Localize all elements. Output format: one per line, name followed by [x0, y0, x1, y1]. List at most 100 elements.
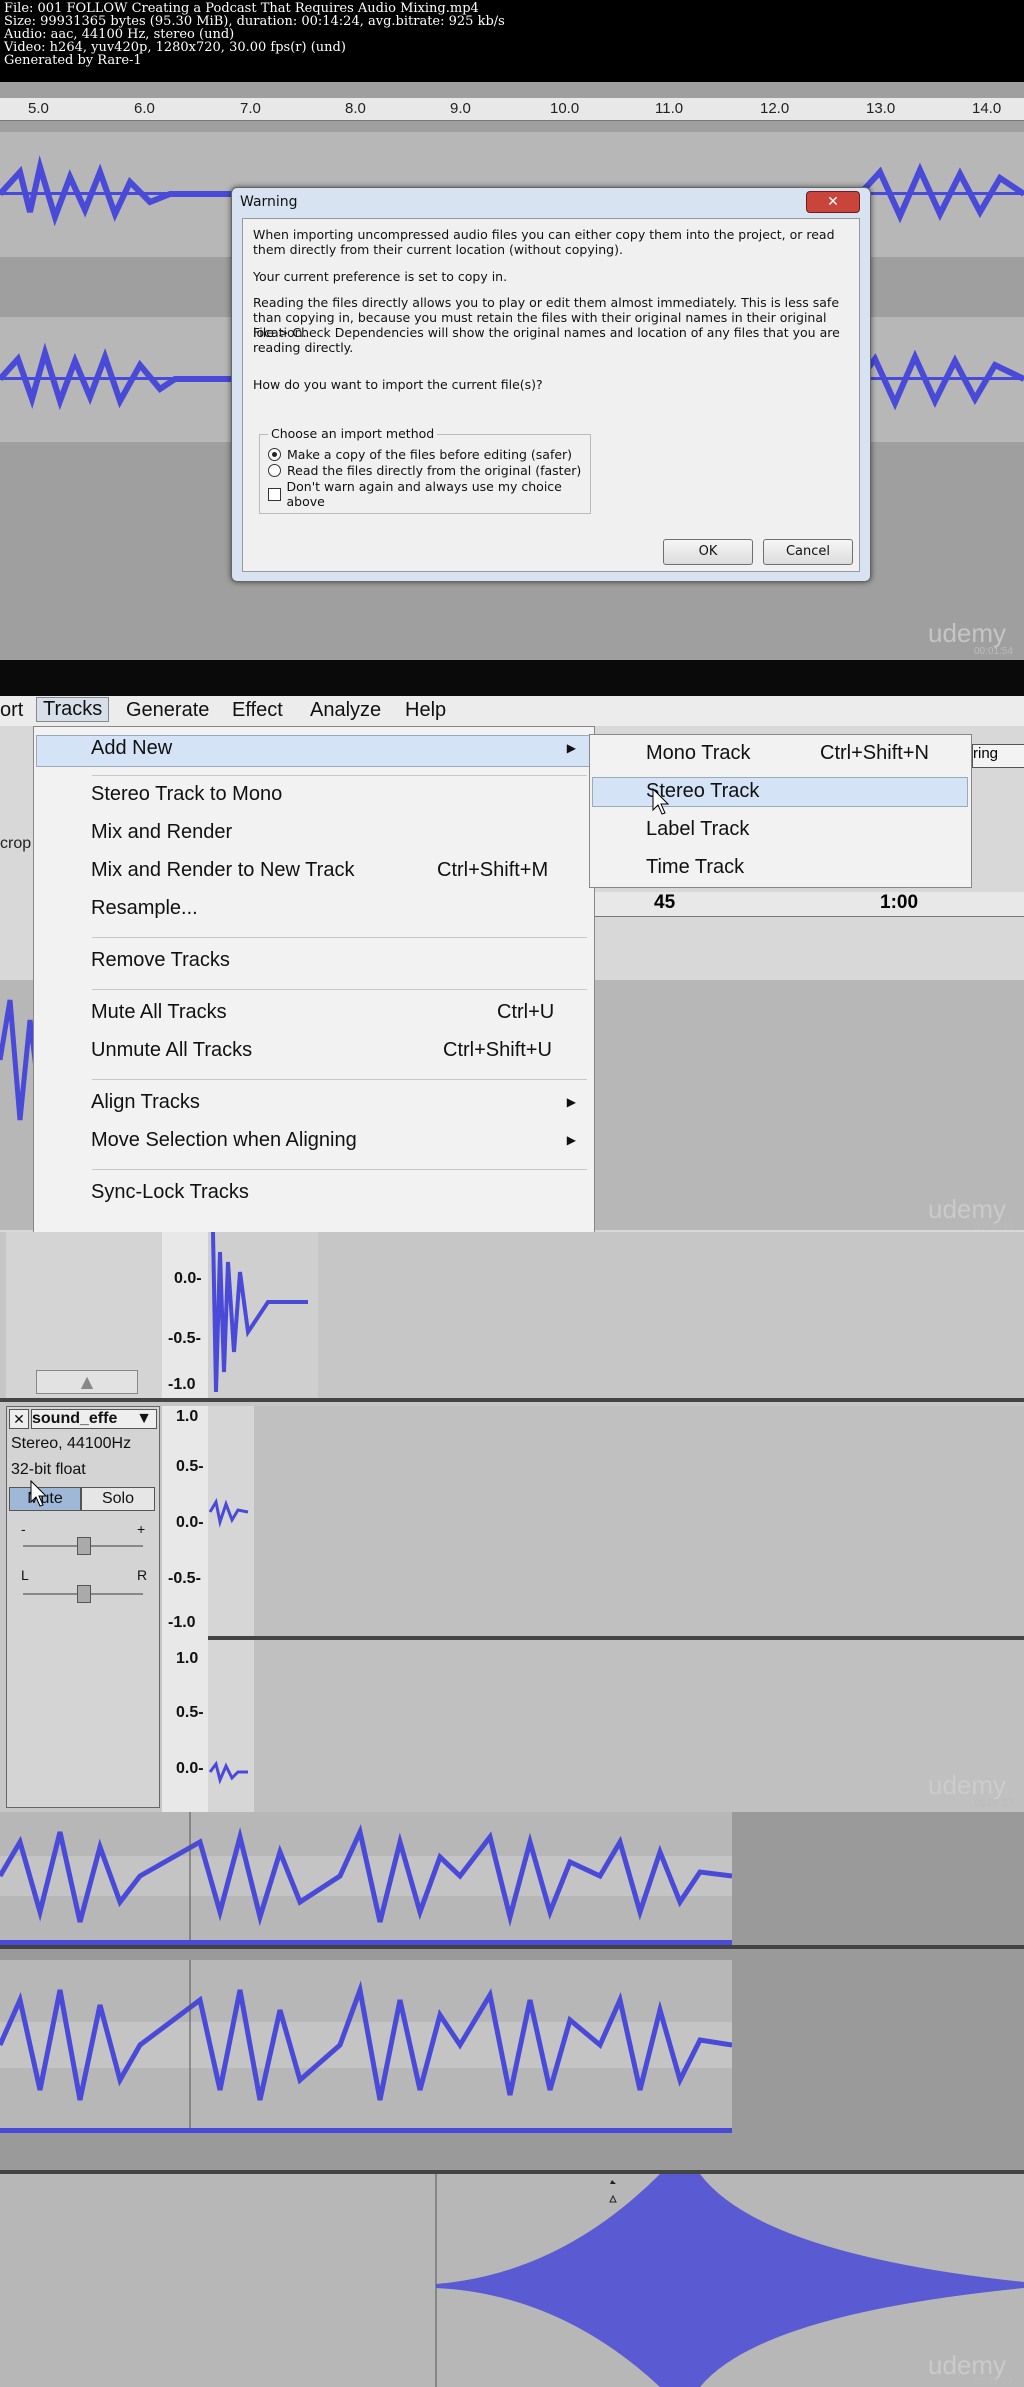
scale-label: 1.0: [176, 1650, 199, 1667]
panel-tracks-menu: ort Tracks Generate Effect Analyze Help …: [0, 660, 1024, 1232]
waveform-svg: [435, 2174, 1024, 2387]
menu-shortcut: Ctrl+Shift+U: [443, 1039, 552, 1061]
dialog-text: Your current preference is set to copy i…: [253, 269, 508, 284]
submenu-item-label-track[interactable]: Label Track: [646, 818, 749, 841]
track-name-dropdown[interactable]: sound_effe ▼: [31, 1409, 157, 1429]
checkbox-icon: [268, 487, 281, 501]
cancel-button[interactable]: Cancel: [763, 539, 853, 565]
radio-copy[interactable]: Make a copy of the files before editing …: [268, 447, 572, 462]
ruler-tick: 7.0: [240, 100, 261, 117]
submenu-arrow-icon: ▶: [566, 1133, 576, 1147]
panel-import-warning: 5.0 6.0 7.0 8.0 9.0 10.0 11.0 12.0 13.0 …: [0, 82, 1024, 660]
file-info-line: Generated by Rare-1: [4, 53, 142, 68]
track-name: sound_effe: [32, 1410, 118, 1427]
track-waveform[interactable]: [0, 1812, 733, 1942]
file-info-header: File: 001 FOLLOW Creating a Podcast That…: [0, 0, 1024, 82]
menu-item-label: Unmute All Tracks: [91, 1039, 253, 1061]
track-bit-depth: 32-bit float: [11, 1461, 86, 1478]
dialog-text: How do you want to import the current fi…: [253, 377, 543, 392]
import-method-group: Choose an import method Make a copy of t…: [259, 426, 591, 514]
dialog-text: When importing uncompressed audio files …: [253, 227, 835, 257]
track-waveform[interactable]: [0, 2174, 1024, 2387]
radio-read-direct[interactable]: Read the files directly from the origina…: [268, 463, 581, 478]
menu-item-add-new[interactable]: Add New: [91, 737, 172, 760]
menu-item-resample[interactable]: Resample...: [91, 897, 198, 920]
menu-item-align-tracks[interactable]: Align Tracks: [91, 1091, 200, 1114]
timeline-ruler[interactable]: 45 1:00: [592, 892, 1024, 917]
menu-item-label: Mono Track: [646, 742, 751, 764]
radio-label: Make a copy of the files before editing …: [287, 447, 573, 462]
track-format: Stereo, 44100Hz: [11, 1435, 132, 1452]
scale-label: -0.5-: [168, 1330, 201, 1347]
file-info-line: Video: h264, yuv420p, 1280x720, 30.00 fp…: [4, 40, 346, 55]
ok-button[interactable]: OK: [663, 539, 753, 565]
menu-item-label: Mute All Tracks: [91, 1001, 227, 1023]
mouse-cursor-icon: [652, 788, 670, 815]
track-waveform[interactable]: [208, 1406, 1024, 1636]
scale-label: 0.5-: [176, 1458, 204, 1475]
scale-label: 0.0-: [176, 1760, 204, 1777]
close-track-icon[interactable]: ✕: [9, 1409, 29, 1429]
add-new-submenu: Mono Track Ctrl+Shift+N Stereo Track Lab…: [589, 734, 972, 888]
track-waveform[interactable]: [0, 1960, 733, 2130]
timeline-ruler[interactable]: 5.0 6.0 7.0 8.0 9.0 10.0 11.0 12.0 13.0 …: [0, 98, 1024, 121]
menu-item-stereo-to-mono[interactable]: Stereo Track to Mono: [91, 783, 282, 806]
gain-max-label: +: [137, 1521, 146, 1537]
dont-warn-checkbox[interactable]: Don't warn again and always use my choic…: [268, 479, 590, 509]
dialog-text: File > Check Dependencies will show the …: [253, 325, 840, 355]
waveform-svg: [0, 1960, 733, 2130]
menu-separator: [92, 989, 587, 990]
mouse-cursor-icon: [30, 1480, 48, 1507]
menu-analyze[interactable]: Analyze: [310, 699, 381, 722]
radio-icon: [268, 464, 281, 477]
menu-shortcut: Ctrl+Shift+M: [437, 859, 549, 881]
menu-help[interactable]: Help: [405, 699, 446, 722]
submenu-item-mono-track[interactable]: Mono Track Ctrl+Shift+N: [646, 742, 946, 765]
close-button[interactable]: ✕: [806, 191, 860, 213]
menu-tracks[interactable]: Tracks: [36, 697, 110, 722]
menu-import[interactable]: ort: [0, 699, 23, 722]
menu-item-mix-render-new[interactable]: Mix and Render to New Track Ctrl+Shift+M: [91, 859, 581, 882]
collapse-track-button[interactable]: ▲: [36, 1370, 138, 1394]
submenu-item-time-track[interactable]: Time Track: [646, 856, 744, 879]
menu-item-unmute-all[interactable]: Unmute All Tracks Ctrl+Shift+U: [91, 1039, 581, 1062]
menu-separator: [92, 937, 587, 938]
menu-item-mute-all[interactable]: Mute All Tracks Ctrl+U: [91, 1001, 581, 1024]
ruler-tick: 11.0: [655, 100, 684, 117]
menu-item-sync-lock[interactable]: Sync-Lock Tracks: [91, 1181, 249, 1204]
panel-track-controls: ▲ 0.0- -0.5- - 1.0 ✕ sound_effe ▼ Stereo,…: [0, 1232, 1024, 1812]
menu-generate[interactable]: Generate: [126, 699, 209, 722]
solo-button[interactable]: Solo: [81, 1487, 155, 1511]
menu-item-label: Add New: [91, 737, 173, 759]
pan-right-label: R: [137, 1567, 148, 1583]
menu-separator: [92, 775, 587, 776]
group-label: Choose an import method: [268, 426, 438, 441]
checkbox-label: Don't warn again and always use my choic…: [286, 479, 562, 509]
track-waveform[interactable]: [208, 1640, 1024, 1812]
menu-separator: [92, 1079, 587, 1080]
menu-item-move-selection[interactable]: Move Selection when Aligning: [91, 1129, 357, 1152]
menu-item-remove-tracks[interactable]: Remove Tracks: [91, 949, 230, 972]
udemy-logo: udemy: [928, 1770, 1007, 1800]
menu-shortcut: Ctrl+Shift+N: [820, 742, 929, 764]
toolbar-field[interactable]: ring: [972, 744, 1024, 768]
timestamp: 00:08:37: [974, 1798, 1013, 1809]
ruler-tick: 9.0: [450, 100, 471, 117]
menu-effect[interactable]: Effect: [232, 699, 283, 722]
import-warning-dialog: Warning ✕ When importing uncompressed au…: [231, 187, 871, 582]
menu-bar: ort Tracks Generate Effect Analyze Help: [0, 696, 1024, 727]
waveform-svg: [0, 1812, 733, 1942]
ruler-tick: 8.0: [345, 100, 366, 117]
submenu-arrow-icon: ▶: [566, 1095, 576, 1109]
menu-item-mix-and-render[interactable]: Mix and Render: [91, 821, 232, 844]
menu-separator: [92, 1169, 587, 1170]
gain-min-label: -: [21, 1521, 26, 1537]
timestamp: 00:01:54: [974, 646, 1013, 657]
waveform-svg: [211, 1232, 308, 1393]
gain-slider-handle[interactable]: [77, 1537, 91, 1555]
scale-label: -0.5-: [168, 1570, 201, 1587]
pan-slider-handle[interactable]: [77, 1585, 91, 1603]
track-control-panel: ✕ sound_effe ▼ Stereo, 44100Hz 32-bit fl…: [6, 1406, 160, 1808]
panel-waveforms: udemy 00:11:29: [0, 1812, 1024, 2387]
ruler-tick: 14.0: [972, 100, 1002, 117]
